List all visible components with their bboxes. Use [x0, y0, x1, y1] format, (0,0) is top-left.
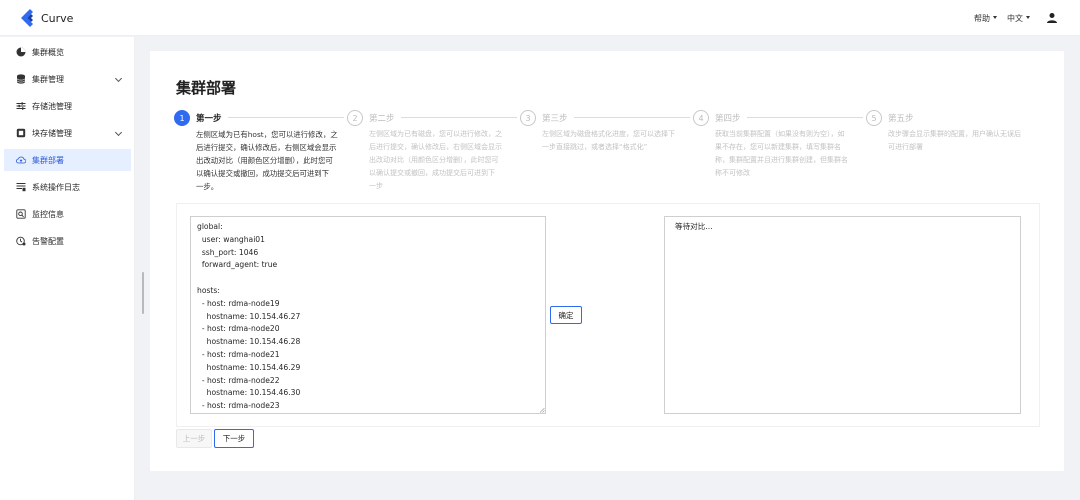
sidebar-item-label: 集群概览 [32, 47, 64, 57]
pie-chart-icon [16, 47, 26, 57]
step-number: 1 [174, 110, 190, 126]
sidebar-item-label: 告警配置 [32, 236, 64, 246]
step-description: 左侧区域为磁盘格式化进度，您可以选择下 一步直接跳过，或者选择“格式化” [542, 130, 675, 151]
curve-logo-icon [21, 9, 33, 27]
step-title: 第四步 [715, 114, 741, 124]
confirm-button[interactable]: 确定 [550, 306, 582, 324]
chevron-down-icon [114, 128, 123, 137]
block-storage-icon [16, 128, 26, 138]
app-logo[interactable]: Curve [18, 8, 73, 28]
sidebar-item-operation-log[interactable]: 系统操作日志 [4, 176, 131, 198]
host-config-editor[interactable]: global: user: wanghai01 ssh_port: 1046 f… [190, 216, 546, 414]
monitor-icon [16, 209, 26, 219]
language-label: 中文 [1007, 13, 1023, 23]
language-menu[interactable]: 中文 [1007, 13, 1030, 24]
sidebar-scrollbar[interactable] [142, 272, 144, 314]
help-label: 帮助 [974, 13, 990, 23]
diff-compare-pane: 等待对比... [664, 216, 1021, 414]
sidebar-item-cluster-deploy[interactable]: 集群部署 [4, 149, 131, 171]
step-description: 改步骤会显示集群的配置，用户确认无误后 可进行部署 [888, 130, 1021, 151]
step-connector [747, 117, 863, 118]
page-title: 集群部署 [176, 79, 237, 97]
help-menu[interactable]: 帮助 [974, 13, 997, 24]
step-connector [401, 117, 517, 118]
sidebar-item-label: 系统操作日志 [32, 182, 80, 192]
step-title: 第二步 [369, 114, 395, 124]
database-icon [16, 74, 26, 84]
sliders-icon [16, 101, 26, 111]
step-connector [228, 117, 344, 118]
step-description: 获取当前集群配置（如果没有则为空），如 果不存在，您可以新建集群，填写集群名 称… [715, 130, 848, 177]
resize-grip-icon[interactable] [539, 407, 545, 413]
sidebar-item-label: 监控信息 [32, 209, 64, 219]
cloud-deploy-icon [16, 155, 26, 165]
step-number: 5 [866, 110, 882, 126]
sidebar-item-label: 块存储管理 [32, 128, 72, 138]
step-number: 4 [693, 110, 709, 126]
prev-step-button[interactable]: 上一步 [176, 429, 212, 448]
chevron-down-icon [114, 74, 123, 83]
step-description: 左侧区域为已有磁盘，您可以进行修改，之 后进行提交，确认修改后，右侧区域会显示 … [369, 130, 502, 190]
config-editor-section: global: user: wanghai01 ssh_port: 1046 f… [176, 203, 1040, 427]
sidebar-item-monitor[interactable]: 监控信息 [4, 203, 131, 225]
sidebar-item-cluster-management[interactable]: 集群管理 [4, 68, 131, 90]
user-menu[interactable] [1040, 12, 1058, 24]
step-title: 第一步 [196, 114, 222, 124]
sidebar-item-label: 存储池管理 [32, 101, 72, 111]
caret-down-icon [1026, 15, 1030, 19]
deploy-card: 集群部署 1 第一步 左侧区域为已有host，您可以进行修改，之 后进行提交，确… [150, 51, 1064, 471]
step-number: 2 [347, 110, 363, 126]
step-number: 3 [520, 110, 536, 126]
app-name: Curve [41, 11, 74, 25]
step-connector [574, 117, 690, 118]
alarm-icon [16, 236, 26, 246]
next-step-button[interactable]: 下一步 [214, 429, 254, 448]
sidebar-item-block-storage[interactable]: 块存储管理 [4, 122, 131, 144]
sidebar-item-storage-pool[interactable]: 存储池管理 [4, 95, 131, 117]
top-header: Curve 帮助 中文 [0, 0, 1080, 36]
log-icon [16, 182, 26, 192]
caret-down-icon [993, 15, 997, 19]
step-title: 第三步 [542, 114, 568, 124]
sidebar-item-label: 集群管理 [32, 74, 64, 84]
step-title: 第五步 [888, 114, 914, 124]
step-description: 左侧区域为已有host，您可以进行修改，之 后进行提交，确认修改后，右侧区域会显… [196, 130, 338, 191]
sidebar-item-alarm-config[interactable]: 告警配置 [4, 230, 131, 252]
user-icon [1047, 13, 1057, 23]
sidebar: 集群概览 集群管理 存储池管理 块存储管理 集群部署 系统操作日志 监控信息 告… [0, 37, 135, 500]
sidebar-item-cluster-overview[interactable]: 集群概览 [4, 41, 131, 63]
sidebar-item-label: 集群部署 [32, 155, 64, 165]
